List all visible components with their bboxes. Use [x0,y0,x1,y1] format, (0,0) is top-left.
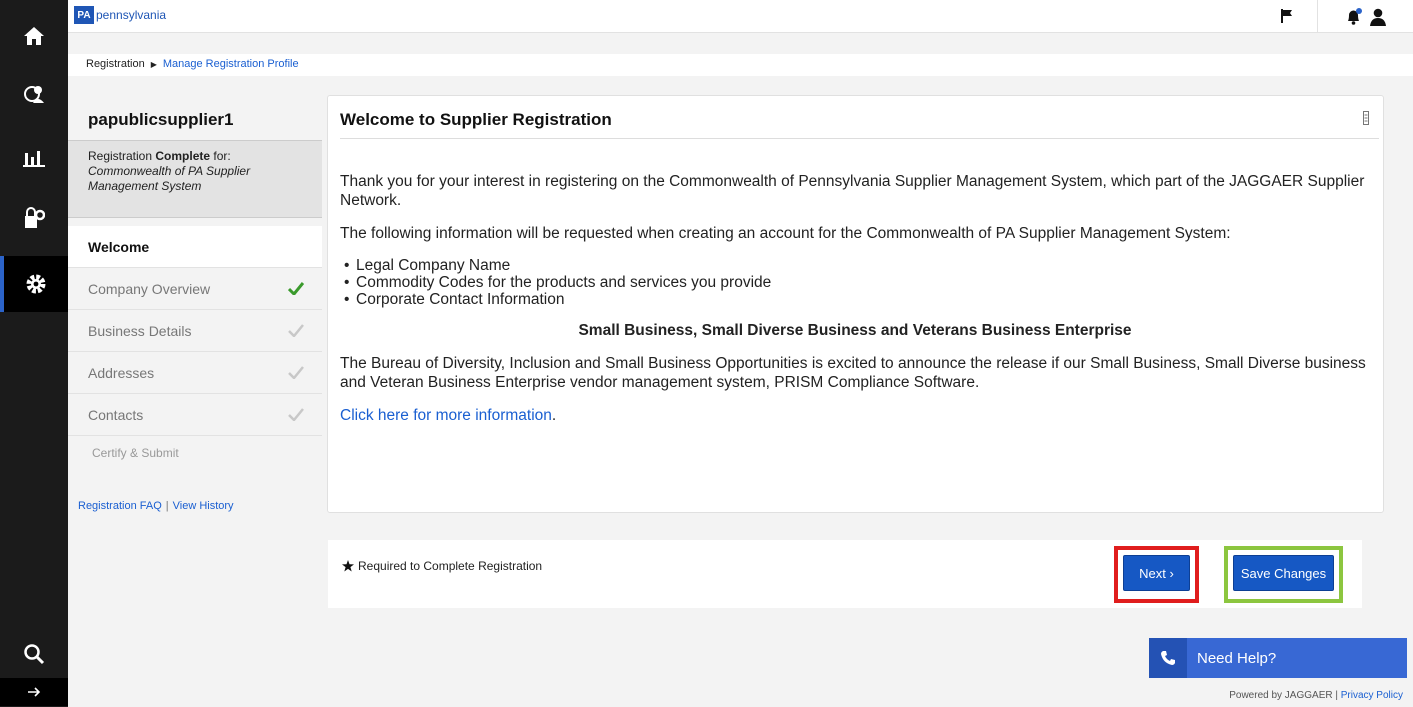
suppliers-nav[interactable] [0,66,68,122]
icon-rail [0,0,68,707]
step-label: Company Overview [88,280,211,297]
more-info-line: Click here for more information. [340,406,1370,425]
view-history-link[interactable]: View History [173,500,234,512]
section-heading: Small Business, Small Diverse Business a… [578,322,1132,339]
caret-right-icon: ▶ [150,59,157,69]
status-organization: Commonwealth of PA Supplier Management S… [88,164,251,193]
required-note: Required to Complete Registration [342,559,542,573]
action-bar: Required to Complete Registration Next ›… [328,540,1362,608]
step-certify-submit[interactable]: Certify & Submit [92,446,179,460]
step-contacts[interactable]: Contacts [68,394,322,436]
home-nav[interactable] [0,8,68,64]
step-label: Business Details [88,322,192,339]
logo-badge: PA [74,6,94,24]
top-bar: PA pennsylvania [68,0,1413,33]
arrow-right-icon [28,687,41,697]
link-separator: | [165,500,169,512]
logo-text: pennsylvania [96,8,167,22]
settings-nav[interactable] [0,256,68,312]
card-body: Thank you for your interest in registeri… [340,172,1370,425]
document-info-icon [1363,111,1369,125]
powered-by-text: Powered by JAGGAER | [1229,690,1341,701]
security-nav[interactable] [0,190,68,246]
bureau-paragraph: The Bureau of Diversity, Inclusion and S… [340,355,1366,391]
welcome-card: Welcome to Supplier Registration Thank y… [327,95,1384,513]
supplier-username: papublicsupplier1 [88,110,234,129]
list-item: Commodity Codes for the products and ser… [340,274,1370,291]
search-nav[interactable] [0,626,68,682]
gear-icon [26,274,46,294]
registration-steps-nav: Welcome Company Overview Business Detail… [68,226,322,436]
notifications-button[interactable] [1345,8,1363,31]
footer: Powered by JAGGAER | Privacy Policy [1229,690,1403,701]
step-welcome[interactable]: Welcome [68,226,322,268]
header-divider [1317,0,1318,33]
flag-button[interactable] [1281,9,1293,28]
required-note-text: Required to Complete Registration [358,559,543,573]
user-menu-button[interactable] [1370,8,1386,31]
checkmark-pending-icon [288,324,304,337]
requested-info-paragraph: The following information will be reques… [340,225,1231,242]
privacy-policy-link[interactable]: Privacy Policy [1341,690,1403,701]
status-suffix: for: [210,149,231,163]
user-icon [1370,8,1386,26]
step-company-overview[interactable]: Company Overview [68,268,322,310]
reports-nav[interactable] [0,130,68,186]
status-prefix: Registration [88,149,156,163]
intro-paragraph: Thank you for your interest in registeri… [340,173,1365,209]
step-label: Contacts [88,406,144,423]
breadcrumb-current[interactable]: Manage Registration Profile [163,58,299,70]
registration-faq-link[interactable]: Registration FAQ [78,500,162,512]
expand-rail-button[interactable] [0,678,68,706]
need-help-label: Need Help? [1197,649,1277,667]
list-item: Legal Company Name [340,257,1370,274]
requested-info-list: Legal Company Name Commodity Codes for t… [340,257,1370,308]
lock-gear-icon [25,207,45,228]
pa-logo[interactable]: PA pennsylvania [74,6,166,24]
step-addresses[interactable]: Addresses [68,352,322,394]
star-icon [342,560,354,572]
status-bold: Complete [155,149,211,163]
search-icon [24,644,45,665]
more-info-period: . [551,407,557,424]
flag-icon [1281,9,1292,23]
left-panel-links: Registration FAQ | View History [78,500,234,512]
step-business-details[interactable]: Business Details [68,310,322,352]
home-icon [24,27,44,45]
step-label: Addresses [88,364,155,381]
bell-icon [1348,8,1362,25]
need-help-button[interactable]: Need Help? [1149,638,1407,678]
breadcrumb: Registration ▶ Manage Registration Profi… [86,58,299,70]
card-title: Welcome to Supplier Registration [340,110,612,129]
checkmark-pending-icon [288,366,304,379]
card-divider [340,138,1379,139]
bar-chart-icon [23,151,45,167]
checkmark-complete-icon [288,282,304,295]
next-button[interactable]: Next › [1123,555,1190,591]
user-globe-icon [24,86,44,103]
list-item: Corporate Contact Information [340,291,1370,308]
registration-status: Registration Complete for: Commonwealth … [68,140,322,218]
phone-icon [1149,638,1187,678]
checkmark-pending-icon [288,408,304,421]
breadcrumb-root[interactable]: Registration [86,58,145,70]
breadcrumb-bar: Registration ▶ Manage Registration Profi… [68,54,1413,76]
more-info-link[interactable]: Click here for more information [340,407,552,424]
step-label: Welcome [88,238,150,255]
save-changes-button[interactable]: Save Changes [1233,555,1334,591]
info-toggle-button[interactable] [1363,111,1369,130]
